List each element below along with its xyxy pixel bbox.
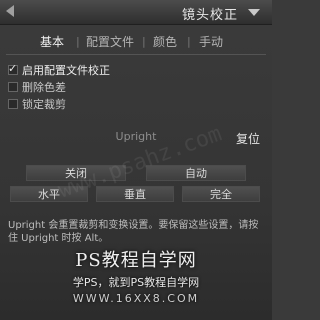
upright-title: Upright xyxy=(115,130,157,143)
upright-level-button[interactable]: 水平 xyxy=(10,186,88,202)
tab-basic[interactable]: 基本 xyxy=(40,33,64,50)
tab-divider xyxy=(6,54,266,55)
collapse-triangle-icon[interactable] xyxy=(248,9,260,16)
option-remove-chromatic-aberration[interactable]: 删除色差 xyxy=(8,80,66,94)
checkbox-checked-icon[interactable] xyxy=(8,62,18,75)
tab-bar: 基本 | 配置文件 | 颜色 | 手动 xyxy=(0,30,272,52)
upright-help-text: Upright 会重置裁剪和变换设置。要保留这些设置，请按住 Upright 时… xyxy=(8,220,259,244)
upright-auto-button[interactable]: 自动 xyxy=(146,165,246,181)
tab-separator: | xyxy=(187,35,191,48)
tab-color[interactable]: 颜色 xyxy=(153,33,177,50)
checkbox-icon[interactable] xyxy=(8,99,18,109)
option-label: 锁定裁剪 xyxy=(22,98,66,111)
reset-button[interactable]: 复位 xyxy=(236,130,260,147)
tab-separator: | xyxy=(76,35,80,48)
tab-separator: | xyxy=(142,35,146,48)
watermark-slogan: 学PS，就到PS教程自学网 xyxy=(72,276,200,289)
checkbox-icon[interactable] xyxy=(8,82,18,92)
option-label: 删除色差 xyxy=(22,81,66,94)
tab-profile[interactable]: 配置文件 xyxy=(86,33,134,50)
panel-header[interactable]: 镜头校正 xyxy=(0,0,272,25)
diagonal-watermark: www.psahz.com xyxy=(54,121,226,204)
left-arrow-icon[interactable] xyxy=(6,5,14,17)
watermark-url: WWW.16XX8.COM xyxy=(72,292,200,305)
option-constrain-crop[interactable]: 锁定裁剪 xyxy=(8,97,66,111)
upright-off-button[interactable]: 关闭 xyxy=(26,165,126,181)
panel-title: 镜头校正 xyxy=(181,8,238,23)
lens-correction-panel: 镜头校正 基本 | 配置文件 | 颜色 | 手动 启用配置文件校正 删除色差 锁… xyxy=(0,0,272,320)
upright-vertical-button[interactable]: 垂直 xyxy=(96,186,174,202)
watermark-site-name: PS教程自学网 xyxy=(75,250,197,271)
option-enable-profile-correction[interactable]: 启用配置文件校正 xyxy=(8,62,110,77)
option-label: 启用配置文件校正 xyxy=(22,64,110,77)
upright-full-button[interactable]: 完全 xyxy=(182,186,260,202)
tab-manual[interactable]: 手动 xyxy=(199,33,223,50)
